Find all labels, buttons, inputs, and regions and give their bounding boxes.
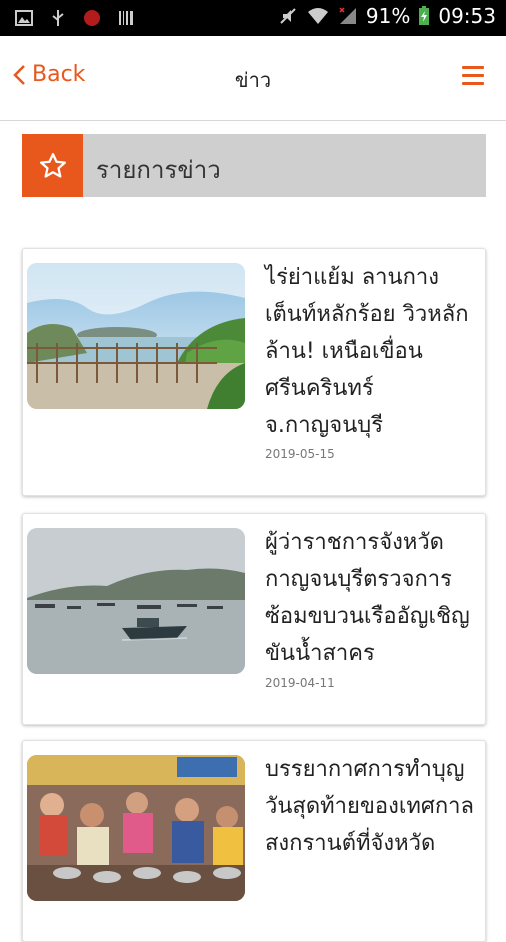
- news-title[interactable]: บรรยากาศการทำบุญวันสุดท้ายของเทศกาลสงกรา…: [265, 751, 485, 862]
- news-title[interactable]: ผู้ว่าราชการจังหวัดกาญจนบุรีตรวจการซ้อมข…: [265, 524, 485, 672]
- battery-percent: 91%: [365, 4, 411, 28]
- signal-icon: [339, 7, 356, 24]
- news-card[interactable]: ไร่ย่าแย้ม ลานกางเต็นท์หลักร้อย วิวหลักล…: [22, 248, 486, 496]
- system-status: 91% 09:53: [278, 4, 496, 28]
- image-icon: [15, 10, 33, 26]
- star-icon: [22, 134, 83, 197]
- top-navigation-bar: Back ข่าว: [0, 36, 506, 121]
- section-header: รายการข่าว: [22, 134, 486, 197]
- usb-icon: [52, 10, 64, 26]
- notification-icons: [14, 8, 136, 28]
- news-card[interactable]: ผู้ว่าราชการจังหวัดกาญจนบุรีตรวจการซ้อมข…: [22, 513, 486, 725]
- mute-icon: [280, 8, 296, 24]
- page-title: ข่าว: [234, 68, 272, 92]
- barcode-icon: [119, 11, 133, 25]
- wifi-icon: [307, 8, 328, 24]
- clock: 09:53: [438, 4, 496, 28]
- app-notification-icon: [84, 10, 100, 26]
- hamburger-menu-icon[interactable]: [462, 66, 484, 86]
- news-card[interactable]: บรรยากาศการทำบุญวันสุดท้ายของเทศกาลสงกรา…: [22, 740, 486, 942]
- section-title: รายการข่าว: [96, 156, 221, 184]
- news-date: 2019-04-11: [265, 676, 335, 690]
- news-thumbnail: [27, 755, 245, 901]
- battery-charging-icon: [419, 6, 430, 25]
- news-thumbnail: [27, 528, 245, 674]
- status-bar: 91% 09:53: [0, 0, 506, 36]
- news-title[interactable]: ไร่ย่าแย้ม ลานกางเต็นท์หลักร้อย วิวหลักล…: [265, 259, 485, 444]
- news-thumbnail: [27, 263, 245, 409]
- news-date: 2019-05-15: [265, 447, 335, 461]
